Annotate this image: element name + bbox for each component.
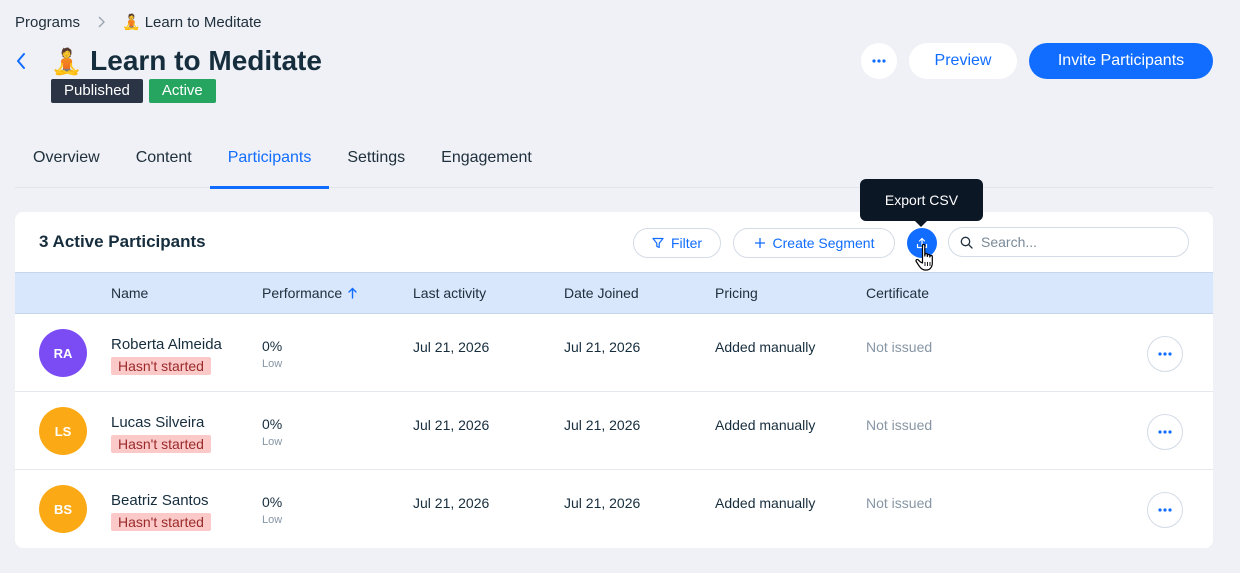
tab-engagement[interactable]: Engagement [423, 137, 550, 188]
performance-level: Low [262, 514, 283, 526]
page-title-text: Learn to Meditate [90, 45, 322, 76]
filter-icon [652, 237, 664, 249]
performance-value: 0% [262, 494, 283, 510]
date-joined: Jul 21, 2026 [564, 495, 641, 511]
meditation-emoji-icon: 🧘 [122, 12, 141, 31]
status-badge: Hasn't started [111, 435, 211, 453]
table-row[interactable]: LS Lucas Silveira Hasn't started 0% Low … [15, 392, 1213, 470]
more-horizontal-icon [872, 59, 886, 63]
date-joined: Jul 21, 2026 [564, 417, 641, 433]
participant-name: Lucas Silveira [111, 414, 205, 431]
date-joined: Jul 21, 2026 [564, 339, 641, 355]
column-pricing[interactable]: Pricing [715, 273, 758, 313]
table-header: Name Performance Last activity Date Join… [15, 272, 1213, 314]
column-performance-label: Performance [262, 285, 343, 301]
certificate-status: Not issued [866, 417, 933, 433]
breadcrumb-current: 🧘 Learn to Meditate [122, 14, 261, 31]
tab-overview[interactable]: Overview [15, 137, 118, 188]
avatar: LS [39, 407, 87, 455]
meditation-emoji-icon: 🧘 [51, 46, 83, 76]
more-actions-button[interactable] [861, 43, 897, 79]
performance-value: 0% [262, 416, 283, 432]
published-badge: Published [51, 79, 143, 103]
breadcrumb-programs[interactable]: Programs [15, 14, 80, 31]
certificate-status: Not issued [866, 339, 933, 355]
certificate-status: Not issued [866, 495, 933, 511]
active-badge: Active [148, 79, 216, 103]
create-segment-label: Create Segment [772, 235, 875, 251]
search-input[interactable] [981, 234, 1171, 250]
column-performance[interactable]: Performance [262, 273, 357, 313]
sort-ascending-icon [348, 287, 357, 299]
more-horizontal-icon [1158, 352, 1172, 356]
search-icon [960, 236, 973, 249]
column-date-joined[interactable]: Date Joined [564, 273, 639, 313]
column-last-activity[interactable]: Last activity [413, 273, 486, 313]
last-activity: Jul 21, 2026 [413, 495, 490, 511]
page-title: 🧘 Learn to Meditate [51, 43, 322, 79]
more-horizontal-icon [1158, 430, 1172, 434]
performance-value: 0% [262, 338, 283, 354]
chevron-right-icon [98, 16, 106, 28]
participant-name: Beatriz Santos [111, 492, 209, 509]
column-name[interactable]: Name [111, 273, 148, 313]
tab-participants[interactable]: Participants [209, 137, 330, 189]
participants-card: 3 Active Participants Filter Create Segm… [15, 212, 1213, 548]
pricing: Added manually [715, 495, 816, 511]
participants-count-title: 3 Active Participants [39, 232, 206, 251]
last-activity: Jul 21, 2026 [413, 339, 490, 355]
pricing: Added manually [715, 417, 816, 433]
table-row[interactable]: RA Roberta Almeida Hasn't started 0% Low… [15, 314, 1213, 392]
search-field[interactable] [948, 227, 1189, 257]
breadcrumb: Programs 🧘 Learn to Meditate [15, 13, 261, 31]
breadcrumb-current-label: Learn to Meditate [144, 13, 262, 31]
participant-name: Roberta Almeida [111, 336, 222, 353]
export-csv-tooltip: Export CSV [860, 179, 983, 227]
create-segment-button[interactable]: Create Segment [733, 228, 895, 258]
avatar: RA [39, 329, 87, 377]
tab-settings[interactable]: Settings [329, 137, 423, 188]
filter-button[interactable]: Filter [633, 228, 721, 258]
arrow-left-icon [17, 53, 25, 69]
last-activity: Jul 21, 2026 [413, 417, 490, 433]
hand-pointer-icon [915, 243, 933, 271]
back-button[interactable] [12, 52, 30, 70]
avatar: BS [39, 485, 87, 533]
tab-bar: Overview Content Participants Settings E… [15, 137, 1213, 189]
table-row[interactable]: BS Beatriz Santos Hasn't started 0% Low … [15, 470, 1213, 548]
invite-participants-button[interactable]: Invite Participants [1029, 43, 1213, 79]
filter-label: Filter [670, 235, 703, 251]
status-badges: Published Active [51, 79, 216, 103]
performance-level: Low [262, 436, 283, 448]
performance-level: Low [262, 358, 283, 370]
row-more-actions-button[interactable] [1147, 414, 1183, 450]
status-badge: Hasn't started [111, 513, 211, 531]
preview-button[interactable]: Preview [909, 43, 1017, 79]
column-certificate[interactable]: Certificate [866, 273, 929, 313]
plus-icon [754, 238, 765, 248]
pricing: Added manually [715, 339, 816, 355]
row-more-actions-button[interactable] [1147, 492, 1183, 528]
more-horizontal-icon [1158, 508, 1172, 512]
row-more-actions-button[interactable] [1147, 336, 1183, 372]
status-badge: Hasn't started [111, 357, 211, 375]
tab-content[interactable]: Content [118, 137, 210, 188]
